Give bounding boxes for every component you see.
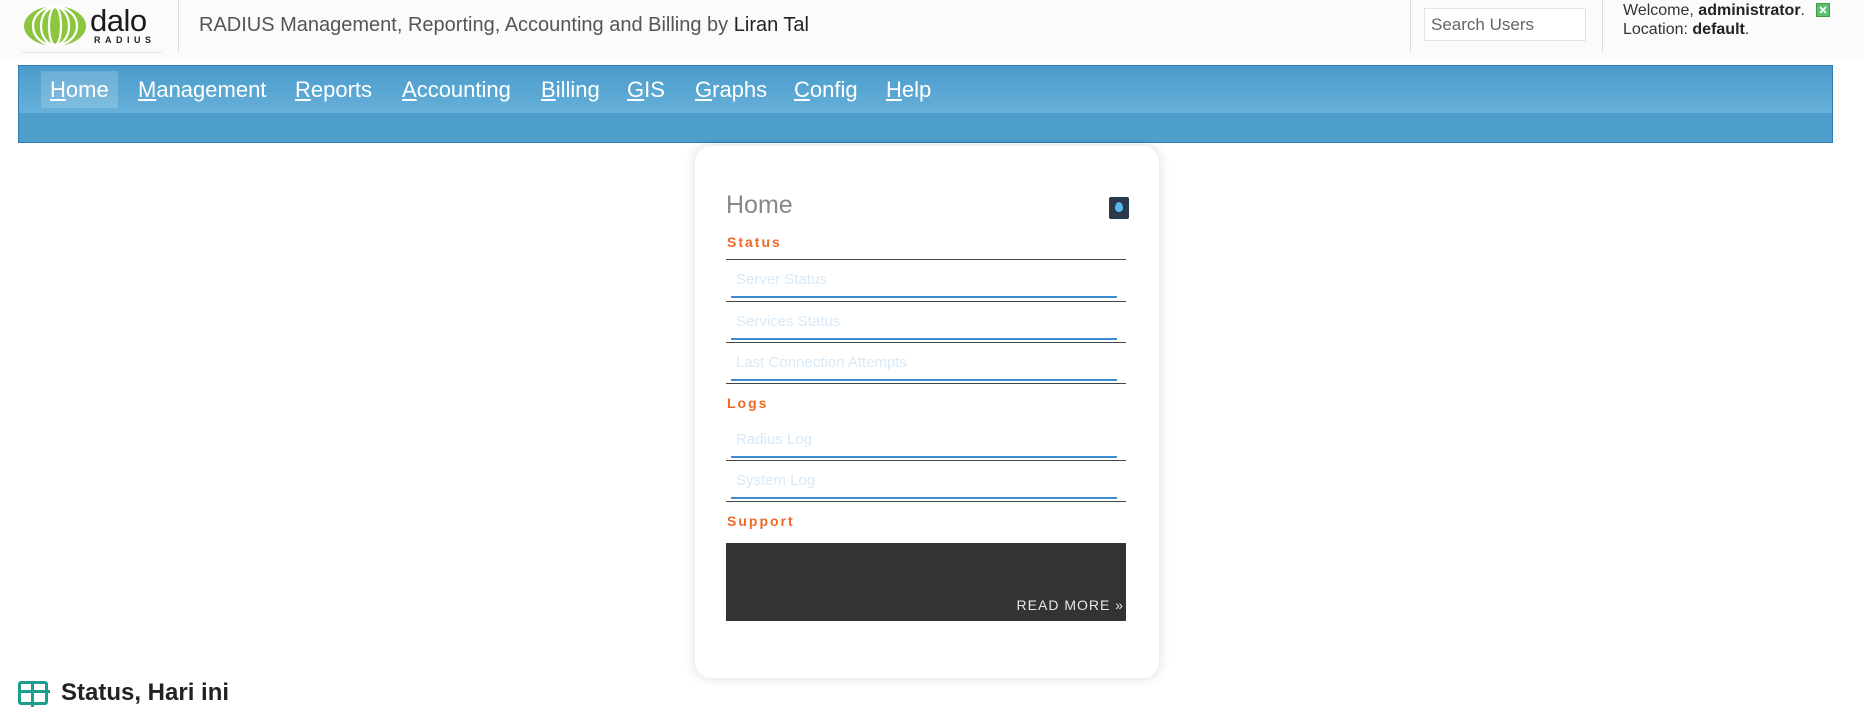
main-navigation: Home Management Reports Accounting Billi… [18,65,1833,143]
top-header: dalo RADIUS RADIUS Management, Reporting… [0,0,1864,60]
daloradius-logo[interactable]: dalo RADIUS [22,2,162,53]
welcome-block: Welcome, administrator. Location: defaul… [1623,2,1805,38]
link-server-status[interactable]: Server Status [731,260,1117,298]
username: administrator [1698,2,1801,19]
header-divider [178,0,179,52]
tagline-text: RADIUS Management, Reporting, Accounting… [199,14,729,36]
section-logs-heading: Logs [727,395,769,411]
nav-billing[interactable]: Billing [532,71,609,108]
link-radius-log[interactable]: Radius Log [731,420,1117,458]
logo-subtitle: RADIUS [94,35,156,45]
site-tagline: RADIUS Management, Reporting, Accounting… [199,14,809,37]
section-support-heading: Support [727,513,795,529]
nav-graphs[interactable]: Graphs [686,71,776,108]
divider [726,501,1126,502]
welcome-label: Welcome, [1623,2,1694,19]
nav-management[interactable]: Management [129,71,275,108]
header-divider [1602,0,1603,52]
support-box: READ MORE » [726,543,1126,621]
nav-config[interactable]: Config [785,71,867,108]
location-value: default [1692,21,1745,38]
link-services-status[interactable]: Services Status [731,302,1117,340]
divider [726,383,1126,384]
nav-accounting[interactable]: Accounting [393,71,520,108]
logout-icon[interactable] [1816,3,1830,17]
search-users-input[interactable] [1424,8,1586,41]
nav-help[interactable]: Help [877,71,940,108]
table-grid-icon [18,681,50,707]
nav-reports[interactable]: Reports [286,71,381,108]
link-system-log[interactable]: System Log [731,461,1117,499]
status-section-title: Status, Hari ini [61,679,230,706]
home-menu-panel: Home Status Server Status Services Statu… [695,146,1159,678]
header-divider [1410,0,1411,52]
logo-word: dalo [90,3,147,38]
read-more-link[interactable]: READ MORE » [1017,597,1124,613]
section-status-heading: Status [727,234,782,250]
logo-globe-icon [24,5,86,47]
panel-title: Home [726,191,793,219]
link-last-connection-attempts[interactable]: Last Connection Attempts [731,343,1117,381]
nav-gis[interactable]: GIS [618,71,674,108]
water-drop-icon[interactable] [1109,197,1129,219]
nav-home[interactable]: Home [41,71,118,108]
location-label: Location: [1623,21,1688,38]
tagline-author-link[interactable]: Liran Tal [734,14,809,36]
